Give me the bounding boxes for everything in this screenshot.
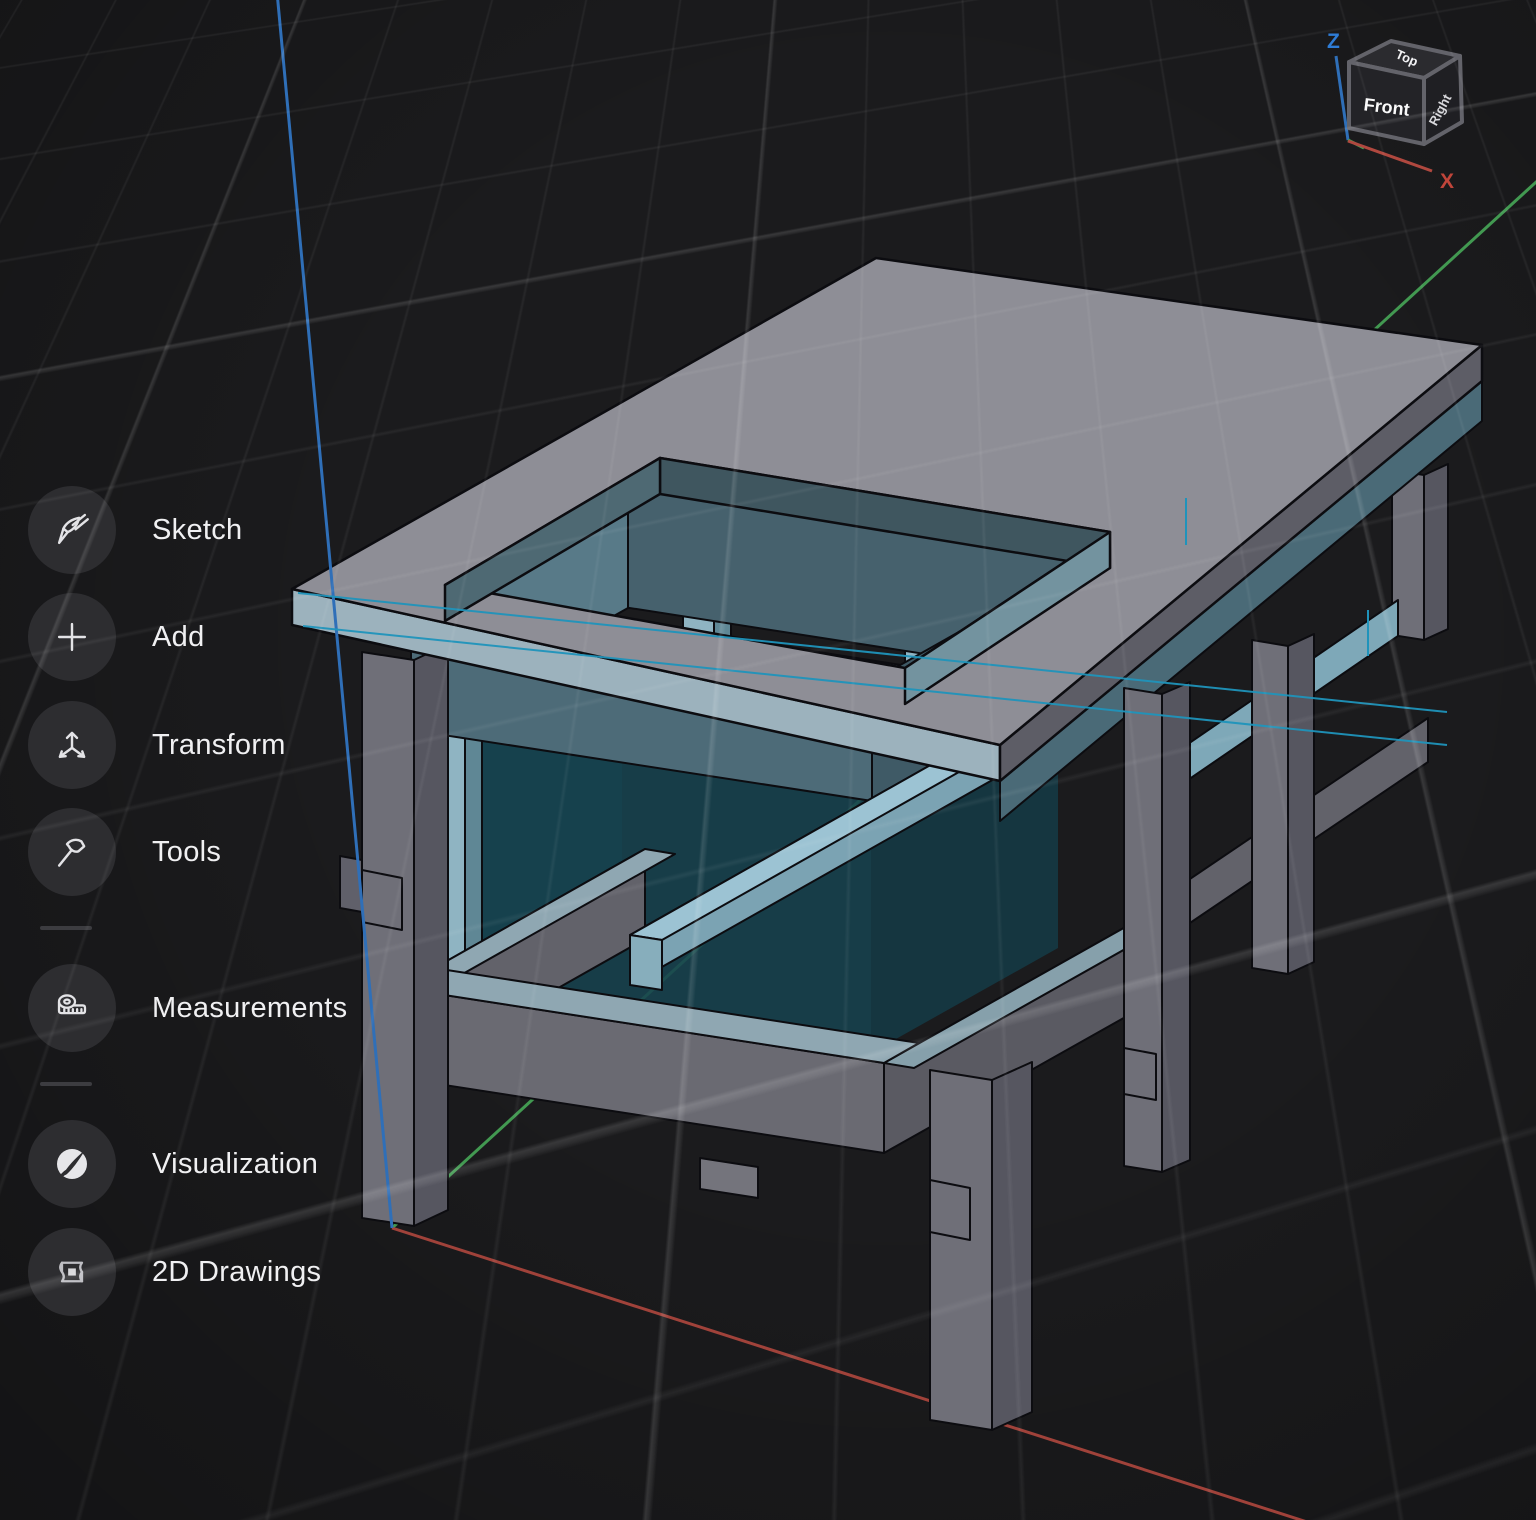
z-axis-label: Z bbox=[1327, 30, 1340, 53]
sidebar-label-transform: Transform bbox=[152, 729, 286, 762]
sketch-button[interactable] bbox=[28, 486, 116, 574]
view-cube[interactable]: Top Front Right Z X bbox=[1327, 30, 1462, 193]
sidebar-label-tools: Tools bbox=[152, 836, 221, 869]
sidebar-item-add[interactable]: Add bbox=[28, 593, 205, 681]
sidebar-label-add: Add bbox=[152, 621, 205, 654]
sidebar-label-visualization: Visualization bbox=[152, 1148, 318, 1181]
sidebar-item-transform[interactable]: Transform bbox=[28, 701, 286, 789]
measurements-button[interactable] bbox=[28, 964, 116, 1052]
sidebar-item-measurements[interactable]: Measurements bbox=[28, 964, 347, 1052]
sketch-icon bbox=[52, 510, 92, 550]
x-axis-label: X bbox=[1440, 170, 1454, 193]
sidebar-item-sketch[interactable]: Sketch bbox=[28, 486, 242, 574]
add-icon bbox=[52, 617, 92, 657]
transform-button[interactable] bbox=[28, 701, 116, 789]
sidebar-label-2d-drawings: 2D Drawings bbox=[152, 1256, 321, 1289]
drawings-icon bbox=[52, 1252, 92, 1292]
tools-icon bbox=[52, 832, 92, 872]
tools-button[interactable] bbox=[28, 808, 116, 896]
add-button[interactable] bbox=[28, 593, 116, 681]
x-axis-line bbox=[392, 1228, 1332, 1520]
viewcube-z-axis bbox=[1336, 56, 1348, 140]
sidebar-divider bbox=[40, 926, 92, 930]
transform-icon bbox=[52, 725, 92, 765]
sidebar-item-visualization[interactable]: Visualization bbox=[28, 1120, 318, 1208]
left-toolbar: Sketch Add bbox=[0, 0, 420, 1520]
sidebar-divider bbox=[40, 1082, 92, 1086]
sidebar-label-sketch: Sketch bbox=[152, 514, 242, 547]
visualization-button[interactable] bbox=[28, 1120, 116, 1208]
sidebar-item-2d-drawings[interactable]: 2D Drawings bbox=[28, 1228, 321, 1316]
viewport[interactable]: Top Front Right Z X Sketch bbox=[0, 0, 1536, 1520]
drawings-button[interactable] bbox=[28, 1228, 116, 1316]
measurements-icon bbox=[52, 988, 92, 1028]
sidebar-item-tools[interactable]: Tools bbox=[28, 808, 221, 896]
sidebar-label-measurements: Measurements bbox=[152, 992, 347, 1025]
viewcube-x-axis bbox=[1348, 141, 1432, 171]
visualization-icon bbox=[52, 1144, 92, 1184]
